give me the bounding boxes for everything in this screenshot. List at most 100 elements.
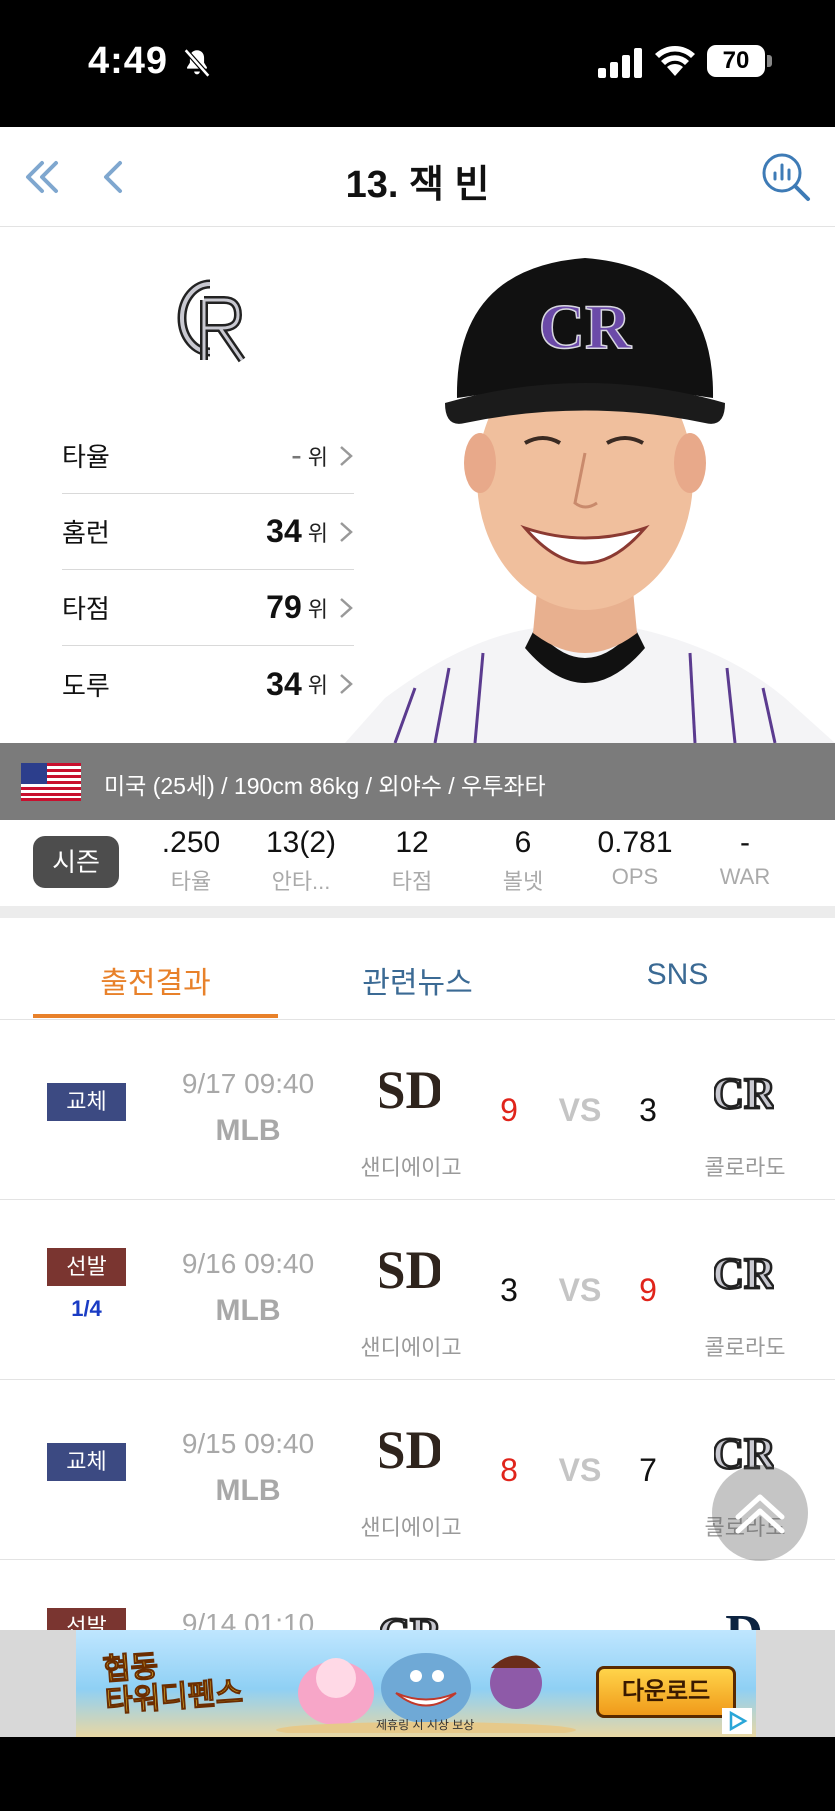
game-league: MLB	[215, 1114, 281, 1147]
stat-item: 6 볼넷	[468, 826, 578, 896]
game-date: 9/14 01:10	[181, 1608, 315, 1630]
stat-label: 볼넷	[502, 869, 544, 894]
status-badge: 교체	[47, 1443, 126, 1481]
rank-row-rbi[interactable]: 타점 79 위	[62, 570, 354, 646]
vs-label: VS	[558, 1272, 602, 1308]
rank-value: 34	[266, 665, 302, 702]
stat-label: 타점	[391, 869, 433, 894]
game-date: 9/17 09:40	[181, 1068, 315, 1099]
rockies-logo: CR	[380, 1608, 440, 1630]
wifi-icon	[655, 46, 695, 76]
stat-value: 0.781	[597, 826, 673, 859]
status-badge: 선발	[47, 1608, 126, 1630]
stat-item: 0.781 OPS	[580, 826, 690, 890]
season-selector[interactable]: 시즌	[33, 836, 119, 888]
game-league: MLB	[215, 1294, 281, 1327]
stat-item: - WAR	[690, 826, 800, 890]
rank-value: -	[291, 437, 302, 473]
svg-text:SD: SD	[380, 1420, 440, 1480]
away-score: 3	[639, 1092, 657, 1128]
status-time: 4:49	[88, 40, 169, 82]
status-bar: 4:49 70	[0, 0, 835, 127]
stat-value: -	[740, 826, 750, 859]
away-score: 7	[639, 1452, 657, 1488]
padres-logo: SD	[380, 1240, 440, 1300]
status-badge: 교체	[47, 1083, 126, 1121]
svg-text:CR: CR	[380, 1609, 440, 1630]
rank-label: 도루	[62, 670, 110, 701]
rank-value: 79	[266, 589, 302, 625]
home-team-name: 샌디에이고	[360, 1155, 462, 1180]
tab-game-results[interactable]: 출전결과	[33, 958, 278, 1002]
rockies-logo: CR	[714, 1068, 774, 1120]
stat-value: .250	[161, 826, 221, 859]
ad-title-line2: 타워디펜스	[104, 1676, 245, 1720]
battery-tip	[767, 55, 772, 67]
battery-indicator: 70	[707, 45, 765, 77]
stat-item: 13(2) 안타...	[246, 826, 356, 896]
rank-unit: 위	[307, 444, 328, 470]
section-divider	[0, 906, 835, 918]
rank-unit: 위	[307, 520, 328, 546]
vs-label: VS	[558, 1092, 602, 1128]
ad-banner[interactable]: 협동 타워디펜스 다운로드 제휴링 시 시상 보상	[76, 1630, 756, 1737]
ad-caption: 제휴링 시 시상 보상	[376, 1718, 475, 1732]
season-stats: 시즌 .250 타율 13(2) 안타... 12 타점 6 볼넷 0.781 …	[0, 820, 835, 906]
game-row[interactable]: 선발 9/14 01:10 CR D	[0, 1560, 835, 1630]
game-row[interactable]: 선발 1/4 9/16 09:40 MLB SD 샌디에이고 3 VS 9 CR…	[0, 1200, 835, 1380]
game-row[interactable]: 교체 9/17 09:40 MLB SD 샌디에이고 9 VS 3 CR 콜로라…	[0, 1020, 835, 1200]
ad-choices-icon[interactable]	[722, 1708, 752, 1734]
stat-label: WAR	[719, 864, 771, 889]
rank-label: 타점	[62, 594, 110, 624]
rank-label: 타율	[62, 442, 110, 472]
chart-search-icon[interactable]	[758, 149, 814, 205]
cellular-signal-icon	[598, 48, 642, 78]
away-team-name: 콜로라도	[704, 1335, 786, 1360]
game-date: 9/15 09:40	[181, 1428, 315, 1459]
away-team-name: 콜로라도	[704, 1155, 786, 1180]
tab-sns[interactable]: SNS	[560, 958, 795, 992]
away-score: 9	[639, 1272, 657, 1308]
rank-value: 34	[266, 513, 302, 549]
home-team-name: 샌디에이고	[360, 1335, 462, 1360]
rank-unit: 위	[307, 673, 328, 698]
scroll-top-button[interactable]	[712, 1465, 808, 1561]
ad-download-button[interactable]: 다운로드	[596, 1666, 736, 1718]
rank-list: 타율 - 위 홈런 34 위 타점 79 위 도루 34 위	[62, 418, 354, 722]
stat-label: 타율	[170, 869, 212, 894]
tigers-logo: D	[725, 1605, 763, 1630]
page-title: 13. 잭 빈	[345, 164, 490, 206]
player-info-text: 미국 (25세) / 190cm 86kg / 외야수 / 우투좌타	[104, 773, 546, 799]
player-profile: 타율 - 위 홈런 34 위 타점 79 위 도루 34 위 CR	[0, 228, 835, 743]
rank-label: 홈런	[62, 518, 110, 548]
ad-area: 협동 타워디펜스 다운로드 제휴링 시 시상 보상	[0, 1630, 835, 1737]
tab-bar: 출전결과 관련뉴스 SNS	[0, 918, 835, 1020]
home-score: 9	[500, 1092, 518, 1128]
active-tab-indicator	[33, 1014, 278, 1018]
svg-text:CR: CR	[539, 291, 632, 362]
bell-muted-icon	[183, 48, 211, 78]
stat-item: 12 타점	[357, 826, 467, 896]
at-bat-result: 1/4	[71, 1296, 102, 1321]
svg-text:D: D	[725, 1605, 763, 1630]
player-info-bar: 미국 (25세) / 190cm 86kg / 외야수 / 우투좌타	[0, 743, 835, 820]
tab-related-news[interactable]: 관련뉴스	[300, 958, 535, 1002]
stat-label: 안타...	[271, 869, 331, 894]
app-header: 13. 잭 빈	[0, 127, 835, 227]
home-indicator-area	[0, 1737, 835, 1811]
svg-text:SD: SD	[380, 1240, 440, 1300]
player-photo: CR	[345, 258, 835, 743]
rank-row-sb[interactable]: 도루 34 위	[62, 646, 354, 722]
padres-logo: SD	[380, 1420, 440, 1480]
game-date: 9/16 09:40	[181, 1248, 315, 1279]
rank-row-avg[interactable]: 타율 - 위	[62, 418, 354, 494]
rank-row-hr[interactable]: 홈런 34 위	[62, 494, 354, 570]
stat-value: 13(2)	[265, 826, 337, 859]
game-row[interactable]: 교체 9/15 09:40 MLB SD 샌디에이고 8 VS 7 CR 콜로라…	[0, 1380, 835, 1560]
home-team-name: 샌디에이고	[360, 1515, 462, 1540]
vs-label: VS	[558, 1452, 602, 1488]
status-badge: 선발	[47, 1248, 126, 1286]
game-league: MLB	[215, 1474, 281, 1507]
us-flag-icon	[21, 763, 81, 801]
home-score: 8	[500, 1452, 518, 1488]
